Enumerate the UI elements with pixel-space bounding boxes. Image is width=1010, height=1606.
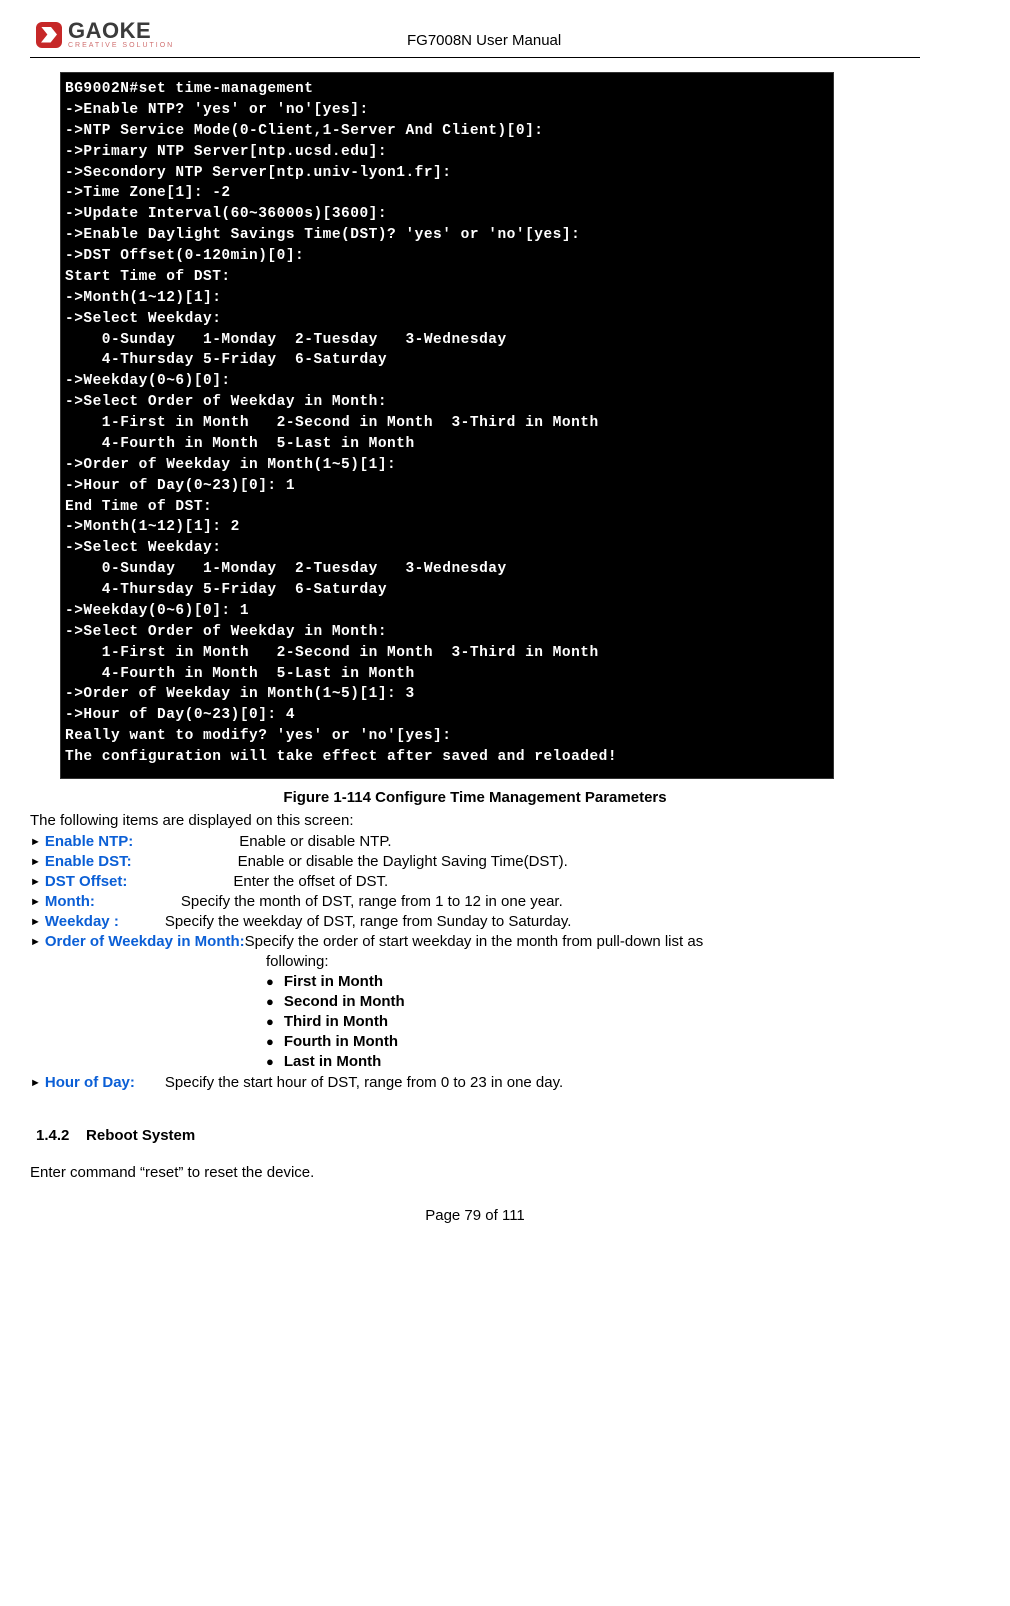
logo-text: GAOKE CREATIVE SOLUTION	[68, 20, 174, 49]
triangle-icon: ►	[30, 856, 41, 868]
list-item: ● Second in Month	[266, 993, 920, 1010]
section-title: Reboot System	[86, 1127, 195, 1144]
section-heading: 1.4.2 Reboot System	[36, 1127, 920, 1144]
param-desc: Specify the month of DST, range from 1 t…	[181, 893, 563, 910]
bullet-text: Third in Month	[284, 1013, 388, 1030]
logo-mark-icon	[36, 22, 62, 48]
param-desc: Enable or disable NTP.	[239, 833, 391, 850]
bullet-list: ● First in Month ● Second in Month ● Thi…	[266, 973, 920, 1070]
param-label: Enable NTP:	[45, 833, 133, 850]
param-desc: Specify the order of start weekday in th…	[245, 933, 704, 950]
param-month: ► Month: Specify the month of DST, range…	[30, 893, 920, 910]
document-title: FG7008N User Manual	[174, 32, 914, 49]
list-item: ● Third in Month	[266, 1013, 920, 1030]
logo-tagline: CREATIVE SOLUTION	[68, 42, 174, 49]
triangle-icon: ►	[30, 876, 41, 888]
reset-instruction: Enter command “reset” to reset the devic…	[30, 1164, 920, 1181]
param-hour: ► Hour of Day: Specify the start hour of…	[30, 1074, 920, 1091]
param-label: Month:	[45, 893, 95, 910]
section-number: 1.4.2	[36, 1127, 69, 1144]
triangle-icon: ►	[30, 1077, 41, 1089]
triangle-icon: ►	[30, 916, 41, 928]
bullet-text: Last in Month	[284, 1053, 382, 1070]
header-divider	[30, 57, 920, 58]
param-enable-ntp: ► Enable NTP: Enable or disable NTP.	[30, 833, 920, 850]
following-text: following:	[266, 953, 920, 970]
bullet-text: First in Month	[284, 973, 383, 990]
param-dst-offset: ► DST Offset: Enter the offset of DST.	[30, 873, 920, 890]
bullet-icon: ●	[266, 1034, 274, 1049]
triangle-icon: ►	[30, 896, 41, 908]
list-item: ● First in Month	[266, 973, 920, 990]
bullet-text: Fourth in Month	[284, 1033, 398, 1050]
param-desc: Specify the weekday of DST, range from S…	[165, 913, 572, 930]
param-label: Enable DST:	[45, 853, 132, 870]
param-order-weekday: ► Order of Weekday in Month: Specify the…	[30, 933, 920, 950]
page-header: GAOKE CREATIVE SOLUTION FG7008N User Man…	[30, 20, 920, 53]
list-item: ● Last in Month	[266, 1053, 920, 1070]
bullet-icon: ●	[266, 1054, 274, 1069]
terminal-screenshot: BG9002N#set time-management ->Enable NTP…	[60, 72, 834, 779]
bullet-icon: ●	[266, 974, 274, 989]
param-desc: Specify the start hour of DST, range fro…	[165, 1074, 563, 1091]
triangle-icon: ►	[30, 936, 41, 948]
param-desc: Enter the offset of DST.	[233, 873, 388, 890]
list-item: ● Fourth in Month	[266, 1033, 920, 1050]
param-label: Weekday :	[45, 913, 119, 930]
page-footer: Page 79 of 111	[30, 1207, 920, 1224]
param-weekday: ► Weekday : Specify the weekday of DST, …	[30, 913, 920, 930]
logo-name: GAOKE	[68, 20, 174, 42]
param-desc: Enable or disable the Daylight Saving Ti…	[238, 853, 568, 870]
figure-caption: Figure 1-114 Configure Time Management P…	[30, 789, 920, 806]
param-enable-dst: ► Enable DST: Enable or disable the Dayl…	[30, 853, 920, 870]
bullet-icon: ●	[266, 994, 274, 1009]
bullet-text: Second in Month	[284, 993, 405, 1010]
triangle-icon: ►	[30, 836, 41, 848]
bullet-icon: ●	[266, 1014, 274, 1029]
param-label: Hour of Day:	[45, 1074, 135, 1091]
logo: GAOKE CREATIVE SOLUTION	[36, 20, 174, 49]
param-label: Order of Weekday in Month:	[45, 933, 245, 950]
intro-text: The following items are displayed on thi…	[30, 812, 920, 829]
param-label: DST Offset:	[45, 873, 128, 890]
